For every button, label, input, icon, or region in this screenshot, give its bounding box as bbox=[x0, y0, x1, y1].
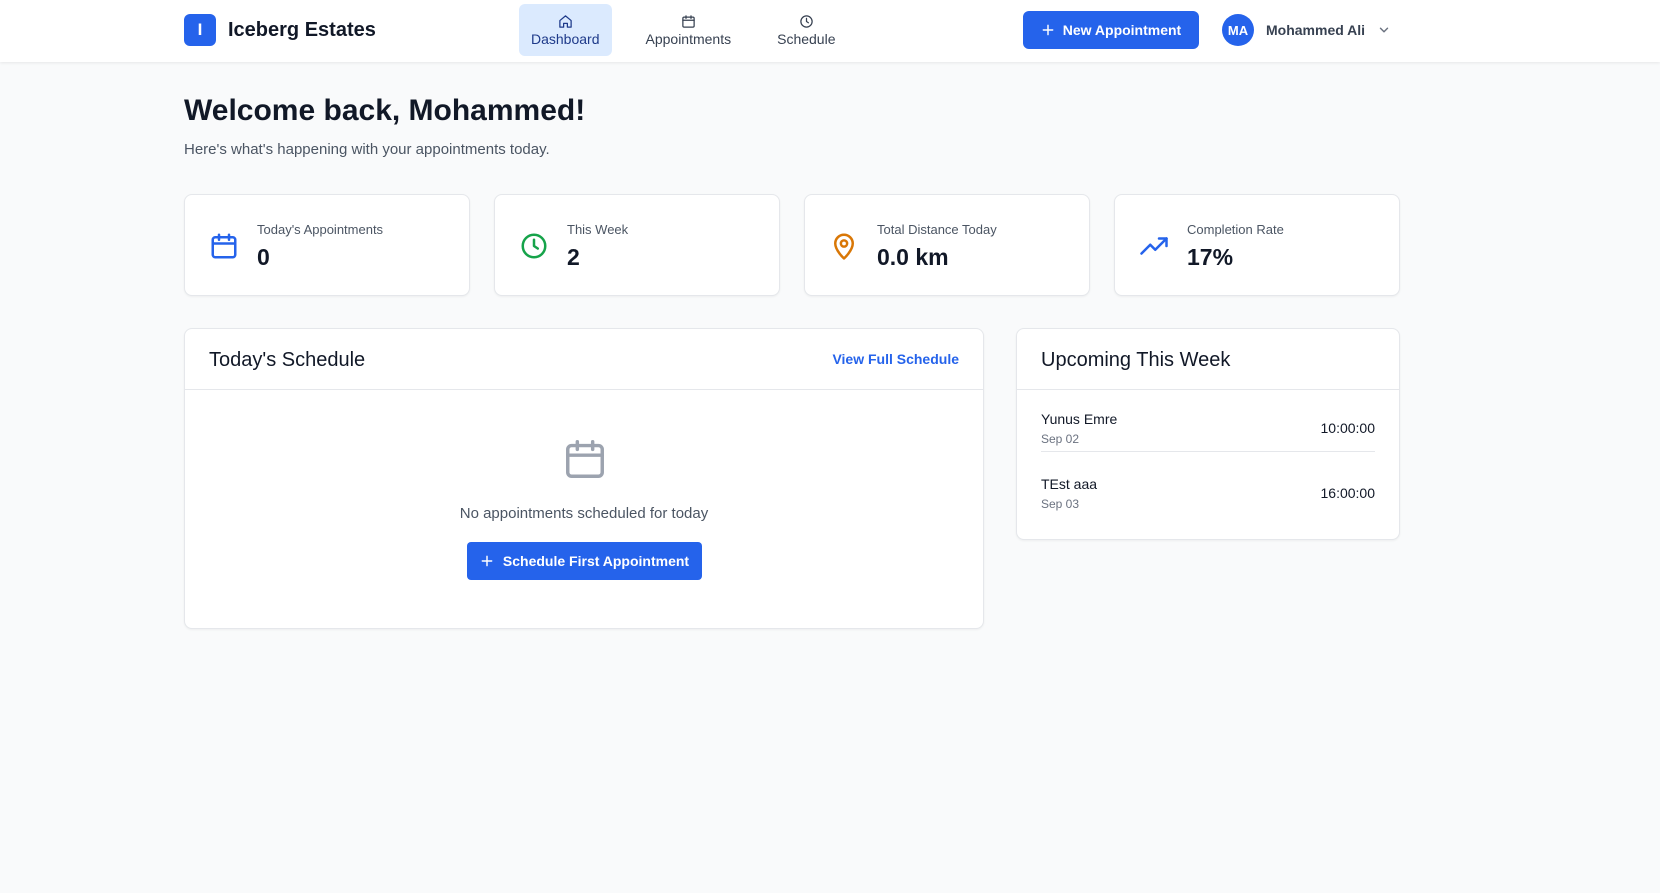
upcoming-name: Yunus Emre bbox=[1041, 411, 1118, 427]
stat-value: 0.0 km bbox=[877, 244, 949, 270]
chevron-down-icon bbox=[1379, 27, 1389, 33]
clock-icon bbox=[800, 14, 813, 28]
plus-icon bbox=[1042, 24, 1054, 36]
stat-card-completion-rate: Completion Rate 17% bbox=[1114, 194, 1400, 296]
user-menu[interactable]: MA Mohammed Ali bbox=[1222, 14, 1391, 46]
upcoming-panel: Upcoming This Week Yunus Emre Sep 02 10:… bbox=[1016, 328, 1400, 540]
stat-value: 17% bbox=[1187, 244, 1234, 270]
nav-appointments[interactable]: Appointments bbox=[634, 4, 744, 56]
upcoming-time: 10:00:00 bbox=[1320, 420, 1376, 436]
calendar-icon bbox=[211, 233, 237, 259]
trending-up-icon bbox=[1140, 237, 1168, 255]
map-pin-icon bbox=[834, 233, 854, 260]
nav-schedule[interactable]: Schedule bbox=[765, 4, 847, 56]
brand[interactable]: I Iceberg Estates bbox=[184, 14, 376, 46]
avatar: MA bbox=[1222, 14, 1254, 46]
schedule-first-appointment-label: Schedule First Appointment bbox=[502, 553, 690, 569]
brand-logo: I bbox=[184, 14, 216, 46]
view-full-schedule-link[interactable]: View Full Schedule bbox=[832, 351, 959, 367]
upcoming-date: Sep 03 bbox=[1041, 497, 1080, 511]
stat-card-total-distance: Total Distance Today 0.0 km bbox=[804, 194, 1090, 296]
upcoming-item[interactable]: TEst aaa Sep 03 16:00:00 bbox=[1041, 455, 1375, 517]
brand-name: Iceberg Estates bbox=[228, 18, 376, 41]
new-appointment-button[interactable]: New Appointment bbox=[1023, 11, 1199, 49]
panel-header: Today's Schedule View Full Schedule bbox=[185, 329, 983, 390]
nav-dashboard[interactable]: Dashboard bbox=[519, 4, 612, 56]
empty-state-text: No appointments scheduled for today bbox=[459, 505, 709, 522]
stat-label: Today's Appointments bbox=[257, 222, 384, 237]
stat-label: Total Distance Today bbox=[877, 222, 997, 237]
calendar-icon bbox=[682, 14, 695, 28]
nav-dashboard-label: Dashboard bbox=[531, 30, 600, 47]
upcoming-time: 16:00:00 bbox=[1320, 485, 1376, 501]
schedule-first-appointment-button[interactable]: Schedule First Appointment bbox=[467, 542, 702, 580]
stat-label: Completion Rate bbox=[1187, 222, 1284, 237]
clock-icon bbox=[521, 233, 547, 259]
page-subtitle: Here's what's happening with your appoin… bbox=[184, 141, 550, 158]
stat-card-this-week: This Week 2 bbox=[494, 194, 780, 296]
stat-value: 0 bbox=[257, 244, 270, 270]
panel-title: Upcoming This Week bbox=[1041, 349, 1231, 371]
today-schedule-panel: Today's Schedule View Full Schedule No a… bbox=[184, 328, 984, 629]
home-icon bbox=[559, 14, 572, 28]
calendar-icon bbox=[566, 440, 604, 478]
upcoming-item[interactable]: Yunus Emre Sep 02 10:00:00 bbox=[1041, 390, 1375, 452]
top-navbar: I Iceberg Estates Dashboard Appointments… bbox=[0, 0, 1660, 62]
new-appointment-label: New Appointment bbox=[1062, 22, 1182, 38]
panel-title: Today's Schedule bbox=[209, 349, 366, 371]
page-title: Welcome back, Mohammed! bbox=[184, 94, 586, 127]
upcoming-date: Sep 02 bbox=[1041, 432, 1080, 446]
nav-appointments-label: Appointments bbox=[645, 30, 732, 47]
stat-value: 2 bbox=[567, 244, 580, 270]
upcoming-name: TEst aaa bbox=[1041, 476, 1098, 492]
nav-schedule-label: Schedule bbox=[777, 30, 836, 47]
main-nav: Dashboard Appointments Schedule bbox=[519, 4, 870, 56]
stat-card-today-appointments: Today's Appointments 0 bbox=[184, 194, 470, 296]
panel-header: Upcoming This Week bbox=[1017, 329, 1399, 390]
plus-icon bbox=[481, 555, 493, 567]
user-name: Mohammed Ali bbox=[1266, 22, 1366, 38]
stat-label: This Week bbox=[567, 222, 629, 237]
